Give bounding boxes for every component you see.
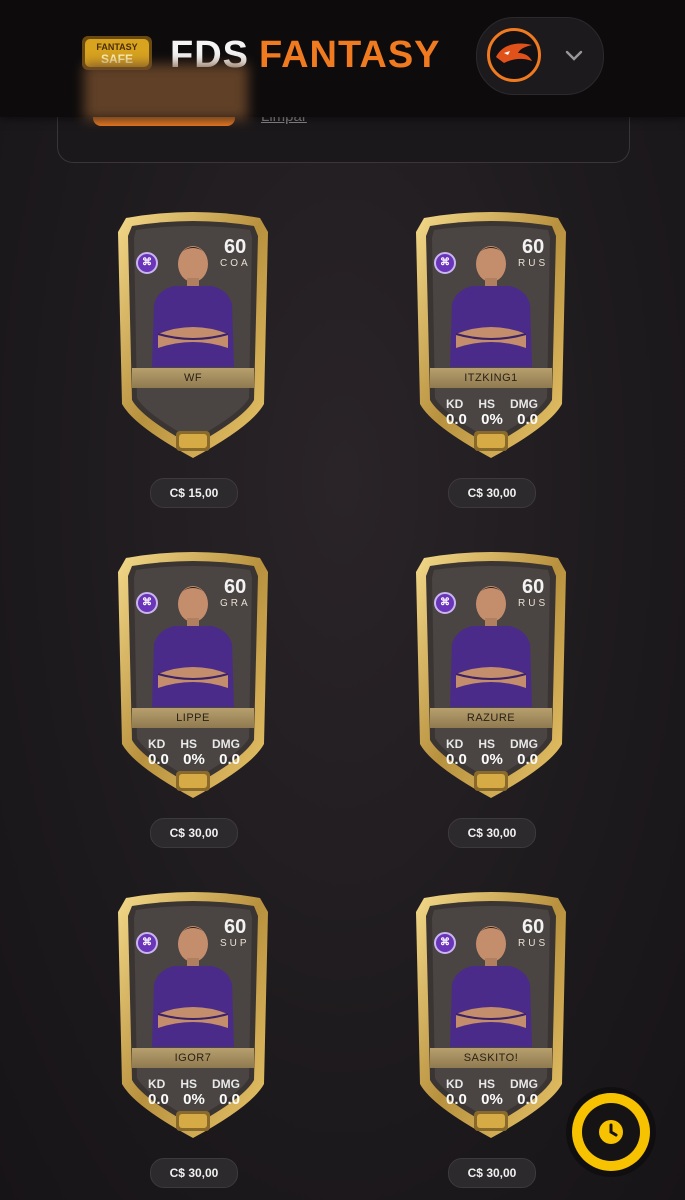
price-tag[interactable]: C$ 30,00	[448, 1158, 536, 1188]
stat-value-hs: 0%	[481, 411, 503, 428]
dragon-logo-icon	[496, 43, 532, 63]
stat-value-hs: 0%	[183, 1091, 205, 1108]
player-card[interactable]: ⌘ 60 RUS RAZURE KD HS DMG 0.0 0% 0.0	[410, 548, 572, 800]
stat-value-dmg: 0.0	[219, 751, 240, 768]
player-rating: 60	[522, 236, 545, 258]
player-stats: KD HS DMG 0.0 0% 0.0	[148, 737, 240, 768]
player-stats: KD HS DMG 0.0 0% 0.0	[446, 1077, 538, 1108]
team-logo-icon: ⌘	[434, 252, 456, 274]
stat-label-kd: KD	[446, 397, 464, 411]
stat-value-dmg: 0.0	[517, 411, 538, 428]
team-logo-icon: ⌘	[434, 932, 456, 954]
svg-text:FANTASY: FANTASY	[96, 42, 137, 52]
user-menu-button[interactable]	[476, 17, 604, 95]
price-tag[interactable]: C$ 15,00	[150, 478, 238, 508]
player-card-cell: ⌘ 60 COA WF C$ 15,00	[108, 208, 278, 508]
clock-icon	[599, 1120, 623, 1144]
player-stats: KD HS DMG 0.0 0% 0.0	[446, 397, 538, 428]
fds-emblem-icon	[176, 1111, 210, 1131]
stat-value-kd: 0.0	[148, 1091, 169, 1108]
player-card[interactable]: ⌘ 60 RUS ITZKING1 KD HS DMG 0.0 0% 0.0	[410, 208, 572, 460]
player-rating: 60	[224, 916, 247, 938]
player-stats: KD HS DMG 0.0 0% 0.0	[446, 737, 538, 768]
fds-emblem-icon	[176, 771, 210, 791]
stat-label-hs: HS	[478, 397, 495, 411]
stat-label-dmg: DMG	[509, 1077, 538, 1091]
stat-value-kd: 0.0	[148, 751, 169, 768]
player-name: WF	[132, 368, 254, 388]
stat-label-hs: HS	[180, 737, 197, 751]
player-stats: KD HS DMG 0.0 0% 0.0	[148, 1077, 240, 1108]
player-role: SUP	[220, 938, 250, 949]
price-tag[interactable]: C$ 30,00	[150, 818, 238, 848]
player-card-cell: ⌘ 60 RUS ITZKING1 KD HS DMG 0.0 0% 0.0 C…	[406, 208, 576, 508]
stat-label-dmg: DMG	[509, 397, 538, 411]
player-card[interactable]: ⌘ 60 RUS SASKITO! KD HS DMG 0.0 0% 0.0	[410, 888, 572, 1140]
player-card[interactable]: ⌘ 60 SUP IGOR7 KD HS DMG 0.0 0% 0.0	[112, 888, 274, 1140]
stat-value-hs: 0%	[481, 1091, 503, 1108]
player-rating: 60	[522, 576, 545, 598]
fds-emblem-icon	[176, 431, 210, 451]
team-logo-icon: ⌘	[434, 592, 456, 614]
stat-value-dmg: 0.0	[517, 1091, 538, 1108]
stat-label-kd: KD	[446, 1077, 464, 1091]
stat-label-kd: KD	[148, 737, 166, 751]
chevron-down-icon[interactable]	[563, 44, 585, 66]
stat-value-hs: 0%	[183, 751, 205, 768]
player-rating: 60	[224, 236, 247, 258]
player-role: COA	[220, 258, 251, 269]
player-card-cell: ⌘ 60 GRA LIPPE KD HS DMG 0.0 0% 0.0 C$ 3…	[108, 548, 278, 848]
stat-label-hs: HS	[478, 737, 495, 751]
stat-label-dmg: DMG	[211, 737, 240, 751]
fds-emblem-icon	[474, 771, 508, 791]
blurred-region	[84, 64, 248, 120]
stat-value-kd: 0.0	[446, 411, 467, 428]
player-role: RUS	[518, 258, 549, 269]
player-name: SASKITO!	[430, 1048, 552, 1068]
price-tag[interactable]: C$ 30,00	[448, 478, 536, 508]
history-clock-button[interactable]	[572, 1093, 650, 1171]
stat-label-hs: HS	[180, 1077, 197, 1091]
team-logo-icon: ⌘	[136, 252, 158, 274]
stat-value-dmg: 0.0	[219, 1091, 240, 1108]
player-name: ITZKING1	[430, 368, 552, 388]
player-name: LIPPE	[132, 708, 254, 728]
fds-emblem-icon	[474, 1111, 508, 1131]
stat-label-dmg: DMG	[211, 1077, 240, 1091]
brand-second: FANTASY	[259, 34, 441, 76]
price-tag[interactable]: C$ 30,00	[150, 1158, 238, 1188]
player-name: RAZURE	[430, 708, 552, 728]
player-rating: 60	[522, 916, 545, 938]
team-logo-icon: ⌘	[136, 932, 158, 954]
avatar[interactable]	[487, 28, 541, 82]
stat-label-hs: HS	[478, 1077, 495, 1091]
player-role: RUS	[518, 938, 549, 949]
stat-value-dmg: 0.0	[517, 751, 538, 768]
stat-value-kd: 0.0	[446, 1091, 467, 1108]
player-rating: 60	[224, 576, 247, 598]
player-card-cell: ⌘ 60 RUS SASKITO! KD HS DMG 0.0 0% 0.0 C…	[406, 888, 576, 1188]
stat-label-kd: KD	[148, 1077, 166, 1091]
stat-label-kd: KD	[446, 737, 464, 751]
player-role: RUS	[518, 598, 549, 609]
stat-value-kd: 0.0	[446, 751, 467, 768]
team-logo-icon: ⌘	[136, 592, 158, 614]
price-tag[interactable]: C$ 30,00	[448, 818, 536, 848]
player-card[interactable]: ⌘ 60 GRA LIPPE KD HS DMG 0.0 0% 0.0	[112, 548, 274, 800]
player-card-cell: ⌘ 60 RUS RAZURE KD HS DMG 0.0 0% 0.0 C$ …	[406, 548, 576, 848]
fds-emblem-icon	[474, 431, 508, 451]
stat-value-hs: 0%	[481, 751, 503, 768]
player-name: IGOR7	[132, 1048, 254, 1068]
player-card[interactable]: ⌘ 60 COA WF	[112, 208, 274, 460]
player-role: GRA	[220, 598, 251, 609]
player-card-cell: ⌘ 60 SUP IGOR7 KD HS DMG 0.0 0% 0.0 C$ 3…	[108, 888, 278, 1188]
stat-label-dmg: DMG	[509, 737, 538, 751]
